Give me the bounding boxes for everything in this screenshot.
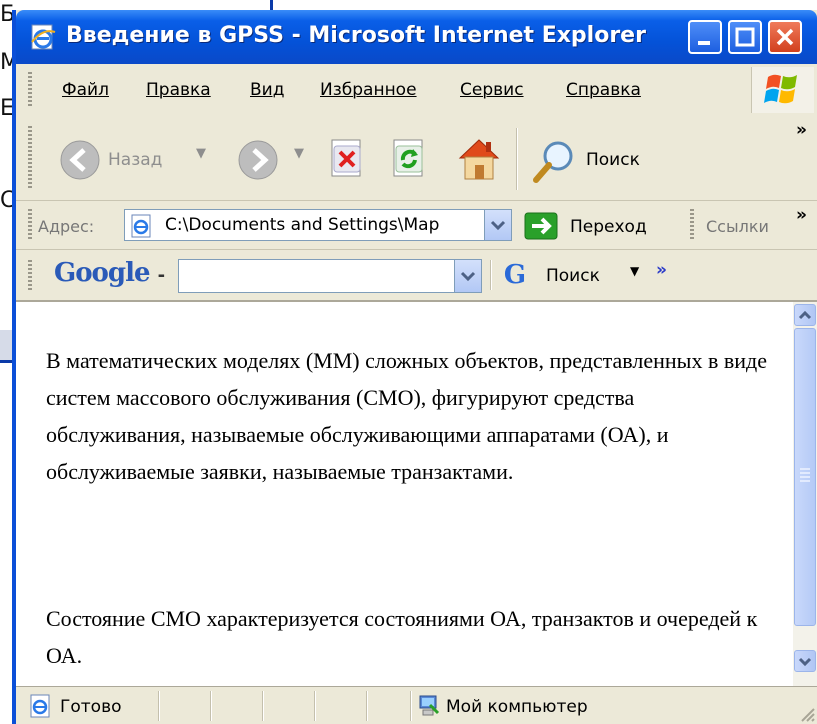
status-separator (314, 691, 315, 721)
vertical-scrollbar[interactable] (793, 302, 817, 686)
toolbar-grip[interactable] (28, 260, 32, 292)
google-search-dropdown-icon[interactable]: ▼ (630, 264, 639, 278)
resize-grip-icon[interactable] (798, 705, 816, 723)
grip-lines-icon (800, 468, 810, 482)
address-dropdown-button[interactable] (484, 210, 511, 240)
google-search-button-label[interactable]: Поиск (546, 266, 600, 286)
status-separator (210, 691, 211, 721)
status-separator (410, 691, 411, 721)
close-button[interactable] (768, 20, 802, 54)
google-menu-dash: - (157, 265, 166, 286)
menu-favorites[interactable]: Избранное (320, 80, 417, 100)
status-bar: Готово Мой компьютер (16, 686, 817, 724)
go-arrow-icon[interactable] (524, 212, 558, 240)
google-logo-text: Google (54, 258, 150, 288)
address-input[interactable]: C:\Documents and Settings\Мар (124, 209, 512, 241)
chevron-up-icon (798, 310, 812, 320)
maximize-icon (735, 27, 755, 47)
computer-icon (419, 695, 440, 716)
back-label[interactable]: Назад (108, 150, 162, 170)
google-toolbar: Google - G Поиск ▼ » (16, 250, 817, 302)
menu-help[interactable]: Справка (566, 80, 641, 100)
status-separator (366, 691, 367, 721)
google-logo[interactable]: Google - (54, 258, 166, 288)
home-icon[interactable] (454, 134, 504, 184)
links-label[interactable]: Ссылки (706, 217, 769, 236)
address-value: C:\Documents and Settings\Мар (165, 215, 440, 235)
back-dropdown-icon[interactable]: ▼ (196, 146, 206, 161)
page-content: В математических моделях (ММ) сложных об… (16, 302, 793, 686)
window-title: Введение в GPSS - Microsoft Internet Exp… (66, 23, 646, 48)
toolbar-grip[interactable] (28, 72, 32, 108)
content-paragraph: В математических моделях (ММ) сложных об… (46, 348, 767, 484)
scroll-thumb[interactable] (794, 328, 816, 626)
toolbar-more-chevron[interactable]: » (796, 120, 807, 140)
search-button-label[interactable]: Поиск (586, 150, 640, 170)
menu-bar: Файл Правка Вид Избранное Сервис Справка (16, 64, 817, 117)
search-icon[interactable] (530, 136, 580, 186)
close-icon (776, 28, 794, 46)
minimize-icon (698, 41, 710, 45)
status-text: Готово (60, 697, 122, 717)
windows-flag-icon (764, 74, 797, 104)
menu-tools[interactable]: Сервис (460, 80, 524, 100)
security-zone-label: Мой компьютер (446, 697, 588, 717)
forward-arrow-icon[interactable] (236, 138, 280, 182)
status-separator (262, 691, 263, 721)
chevron-down-icon (490, 220, 506, 231)
scroll-down-button[interactable] (794, 650, 816, 672)
address-bar: Адрес: C:\Documents and Settings\Мар Пер… (16, 201, 817, 250)
toolbar-separator (490, 260, 491, 290)
google-search-dropdown[interactable] (454, 260, 481, 292)
ie-page-icon (131, 214, 151, 238)
status-separator (158, 691, 159, 721)
windows-logo (751, 67, 814, 113)
maximize-button[interactable] (728, 20, 762, 54)
forward-dropdown-icon[interactable]: ▼ (294, 146, 304, 161)
scroll-up-button[interactable] (794, 304, 816, 326)
chevron-down-icon (460, 271, 476, 282)
google-search-input[interactable] (178, 259, 482, 293)
toolbar-separator (516, 128, 517, 190)
links-more-chevron[interactable]: » (796, 205, 807, 225)
menu-file[interactable]: Файл (62, 80, 109, 100)
refresh-icon[interactable] (390, 138, 430, 182)
chevron-down-icon (798, 657, 812, 667)
content-paragraph: Состояние СМО характеризуется состояниям… (46, 606, 758, 668)
ie-page-icon (31, 24, 56, 50)
minimize-button[interactable] (688, 20, 722, 54)
stop-icon[interactable] (328, 138, 368, 182)
address-label: Адрес: (38, 217, 95, 236)
back-arrow-icon[interactable] (58, 138, 102, 182)
google-more-chevron[interactable]: » (656, 260, 667, 280)
menu-edit[interactable]: Правка (146, 80, 211, 100)
ie-window: Введение в GPSS - Microsoft Internet Exp… (12, 10, 817, 724)
ie-page-icon (30, 694, 50, 718)
title-bar[interactable]: Введение в GPSS - Microsoft Internet Exp… (16, 10, 817, 64)
go-button-label[interactable]: Переход (570, 217, 647, 237)
toolbar-grip[interactable] (28, 209, 32, 241)
toolbar-grip[interactable] (690, 209, 694, 241)
menu-view[interactable]: Вид (250, 80, 284, 100)
toolbar-grip[interactable] (28, 126, 32, 188)
standard-toolbar: Назад ▼ ▼ Поиск » (16, 116, 817, 201)
google-g-icon[interactable]: G (500, 260, 530, 290)
